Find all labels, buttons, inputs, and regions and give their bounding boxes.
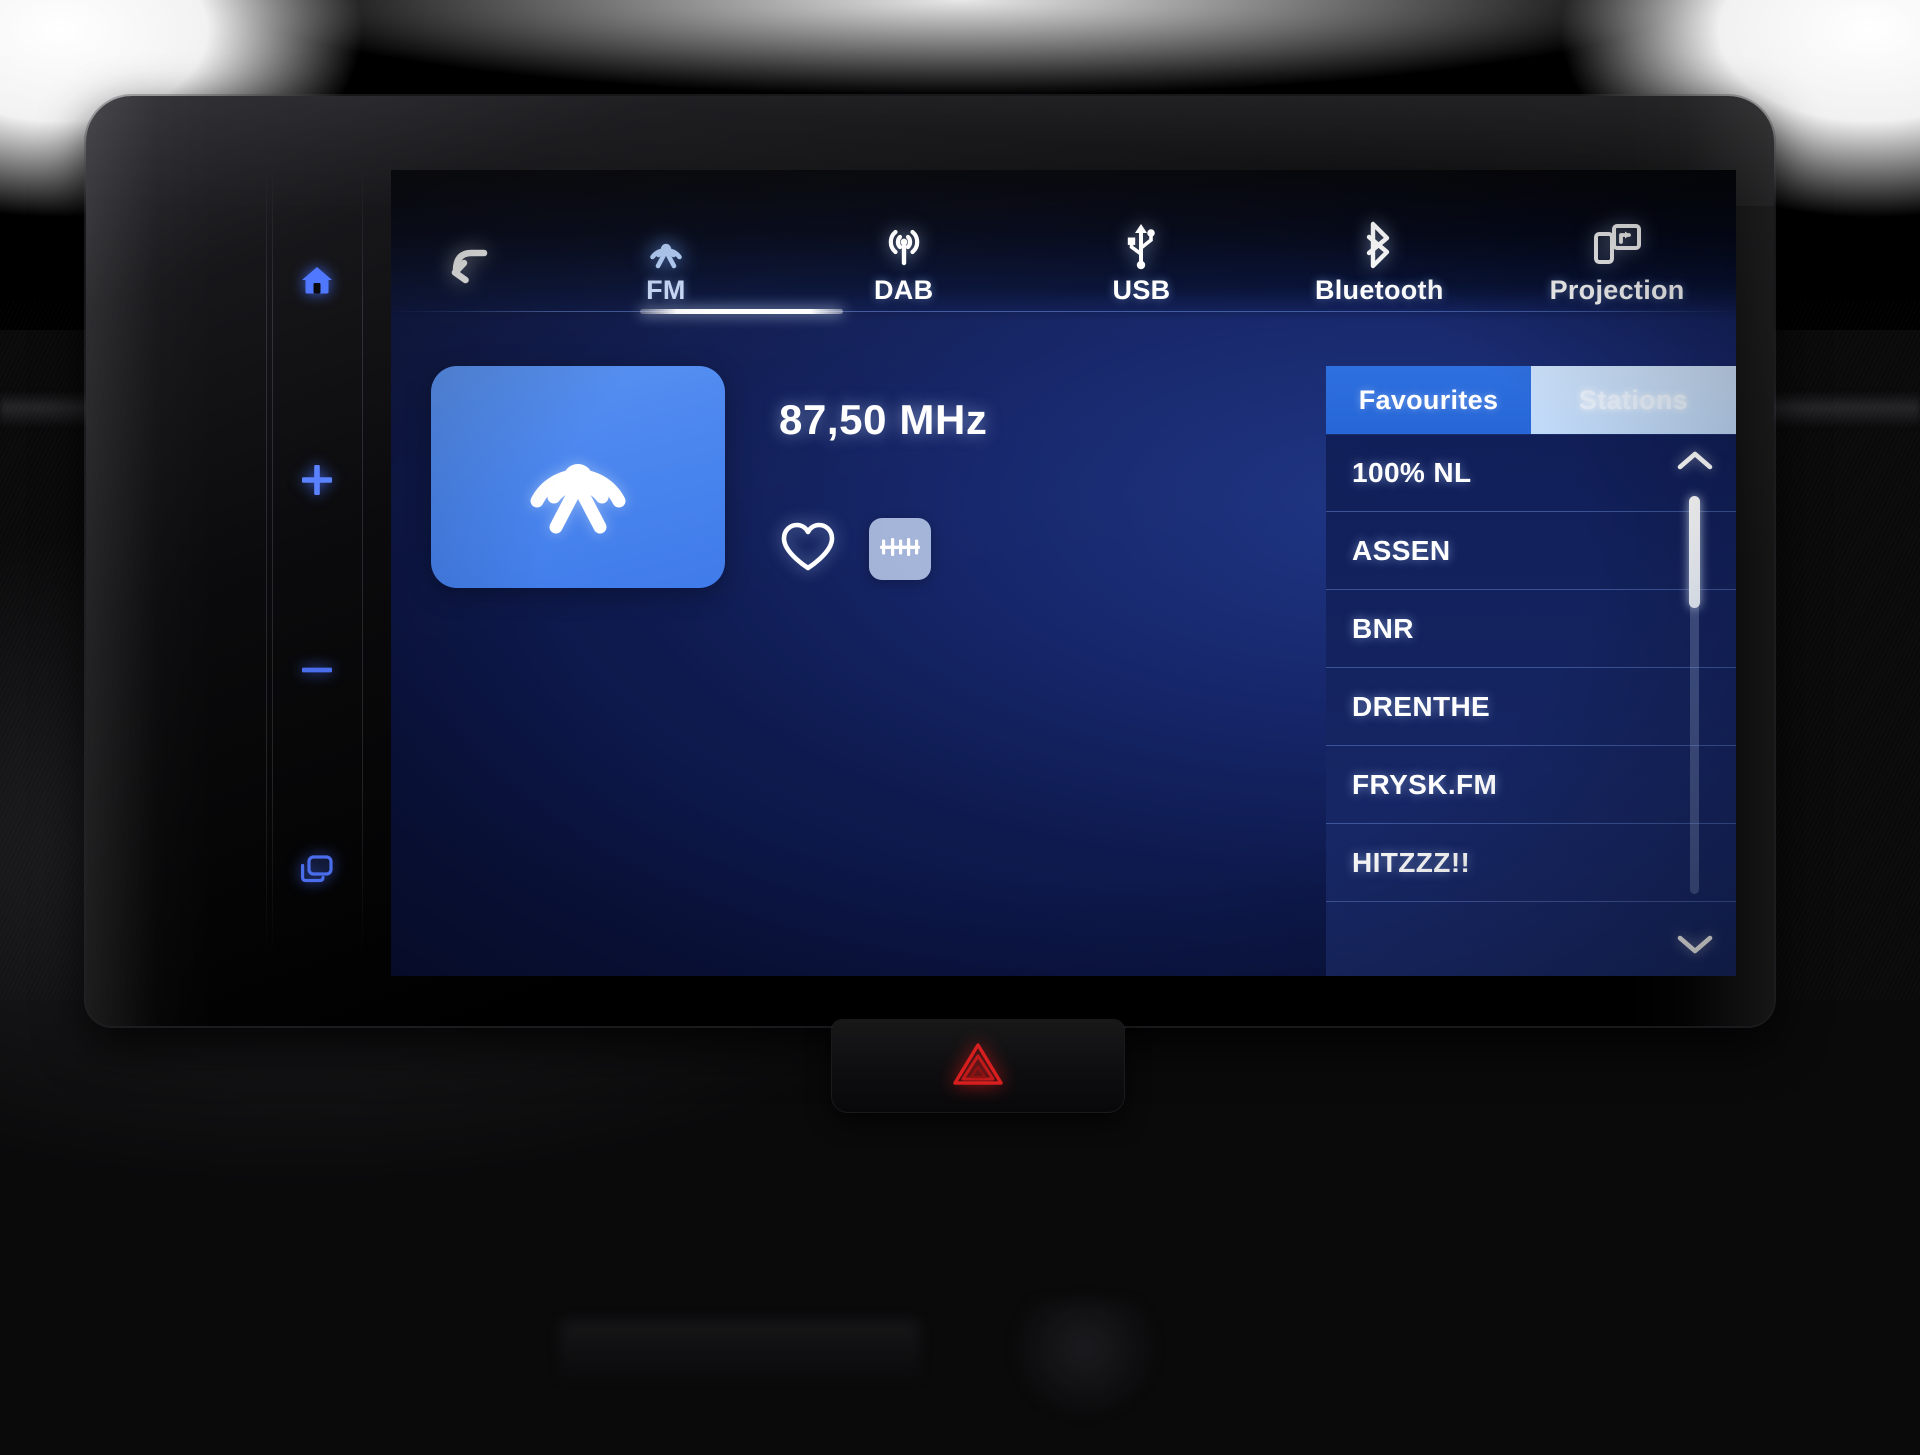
- screen-mirroring-icon: [1591, 222, 1643, 268]
- hazard-triangle-icon: [952, 1041, 1004, 1092]
- volume-up-button[interactable]: [272, 446, 362, 518]
- station-name: HITZZZ!!: [1352, 846, 1471, 878]
- chevron-up-icon: [1676, 448, 1714, 477]
- source-nav-bar: FM DAB USB Bluetooth Projection: [391, 180, 1736, 312]
- nav-items: FM DAB USB Bluetooth Projection: [547, 221, 1736, 312]
- bluetooth-icon: [1362, 221, 1396, 269]
- broadcast-tower-icon: [515, 409, 641, 546]
- active-tab-underline: [640, 309, 843, 314]
- head-unit-housing: FM DAB USB Bluetooth Projection 87,50 MH…: [86, 96, 1774, 1026]
- station-name: FRYSK.FM: [1352, 768, 1498, 800]
- usb-icon: [1121, 222, 1161, 270]
- nav-tab-dab[interactable]: DAB: [785, 222, 1023, 312]
- now-playing-actions: [779, 518, 931, 580]
- scroll-down-button[interactable]: [1674, 926, 1716, 966]
- list-item[interactable]: ASSEN: [1326, 512, 1736, 590]
- nav-tab-usb[interactable]: USB: [1023, 222, 1261, 312]
- station-artwork[interactable]: [431, 366, 725, 588]
- frequency-scale-icon: [878, 535, 922, 564]
- home-icon: [299, 264, 335, 301]
- nav-tab-label: DAB: [873, 275, 934, 305]
- tab-label: Favourites: [1358, 384, 1499, 415]
- bezel-seam-line: [266, 166, 267, 956]
- tab-favourites[interactable]: Favourites: [1326, 366, 1531, 434]
- station-name: DRENTHE: [1352, 690, 1491, 722]
- console-trim: [560, 1320, 920, 1380]
- apps-button[interactable]: [272, 836, 362, 908]
- station-name: 100% NL: [1352, 457, 1472, 488]
- nav-tab-bluetooth[interactable]: Bluetooth: [1260, 221, 1498, 312]
- nav-tab-projection[interactable]: Projection: [1498, 222, 1736, 312]
- tab-stations[interactable]: Stations: [1531, 366, 1736, 434]
- hazard-light-button[interactable]: [832, 1020, 1124, 1112]
- station-name: ASSEN: [1352, 534, 1451, 566]
- windows-apps-icon: [297, 853, 337, 892]
- touchscreen-display[interactable]: FM DAB USB Bluetooth Projection 87,50 MH…: [391, 170, 1736, 976]
- nav-tab-label: FM: [646, 275, 686, 305]
- heart-outline-icon: [779, 520, 837, 579]
- console-vent: [1010, 1300, 1160, 1420]
- home-button[interactable]: [272, 246, 362, 318]
- nav-tab-fm[interactable]: FM: [547, 222, 785, 312]
- bezel-gloss-left: [86, 96, 216, 1026]
- chevron-down-icon: [1676, 932, 1714, 961]
- scrollbar-thumb[interactable]: [1689, 496, 1700, 608]
- station-list[interactable]: 100% NL ASSEN BNR DRENTHE FRYSK.FM HITZZ…: [1326, 434, 1736, 976]
- station-list-panel: Favourites Stations 100% NL ASSEN BNR DR…: [1326, 366, 1736, 976]
- station-name: BNR: [1352, 612, 1414, 644]
- list-tabs: Favourites Stations: [1326, 366, 1736, 434]
- list-item[interactable]: FRYSK.FM: [1326, 746, 1736, 824]
- bezel-seam-line: [362, 166, 363, 956]
- tuning-scale-button[interactable]: [869, 518, 931, 580]
- tab-label: Stations: [1579, 384, 1688, 415]
- nav-tab-label: Bluetooth: [1314, 275, 1444, 305]
- back-button[interactable]: [391, 239, 547, 312]
- antenna-waves-icon: [880, 222, 928, 268]
- volume-down-button[interactable]: [272, 636, 362, 708]
- frequency-display: 87,50 MHz: [779, 396, 988, 443]
- nav-tab-label: Projection: [1549, 275, 1685, 305]
- scroll-up-button[interactable]: [1674, 442, 1716, 482]
- list-item[interactable]: HITZZZ!!: [1326, 824, 1736, 902]
- back-arrow-icon: [443, 239, 495, 290]
- favourite-button[interactable]: [779, 520, 837, 579]
- infotainment-photo-scene: FM DAB USB Bluetooth Projection 87,50 MH…: [0, 0, 1920, 1455]
- minus-icon: [297, 650, 337, 695]
- broadcast-tower-icon: [643, 222, 689, 269]
- list-item[interactable]: BNR: [1326, 590, 1736, 668]
- plus-icon: [297, 460, 337, 505]
- nav-tab-label: USB: [1112, 275, 1171, 305]
- list-item[interactable]: DRENTHE: [1326, 668, 1736, 746]
- hardware-button-column: [236, 136, 386, 986]
